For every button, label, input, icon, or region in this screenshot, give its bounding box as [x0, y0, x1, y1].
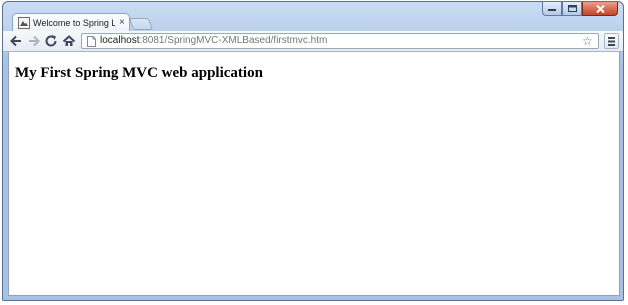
tab-close-icon[interactable]: × — [119, 17, 128, 29]
minimize-icon — [548, 8, 556, 11]
page-content: My First Spring MVC web application — [8, 52, 620, 296]
menu-icon — [608, 37, 615, 46]
maximize-icon — [567, 5, 577, 12]
browser-toolbar: localhost:8081/SpringMVC-XMLBased/firstm… — [3, 31, 623, 52]
maximize-button[interactable] — [562, 2, 582, 16]
tab-title: Welcome to Spring Learni — [33, 18, 115, 28]
address-bar[interactable]: localhost:8081/SpringMVC-XMLBased/firstm… — [81, 33, 599, 49]
url-host: localhost — [100, 35, 140, 46]
page-icon — [87, 36, 96, 47]
home-icon[interactable] — [62, 34, 76, 48]
url-text[interactable]: localhost:8081/SpringMVC-XMLBased/firstm… — [100, 34, 327, 48]
page-heading: My First Spring MVC web application — [15, 65, 263, 81]
menu-button[interactable] — [604, 33, 619, 49]
reload-icon[interactable] — [44, 34, 58, 48]
minimize-button[interactable] — [542, 2, 562, 16]
tab-active[interactable]: Welcome to Spring Learni × — [12, 13, 130, 32]
forward-icon[interactable] — [27, 34, 41, 48]
new-tab-button[interactable] — [128, 18, 154, 30]
title-bar: Welcome to Spring Learni × — [3, 2, 623, 32]
url-path: :8081/SpringMVC-XMLBased/firstmvc.htm — [139, 35, 328, 46]
browser-window: Welcome to Spring Learni × — [2, 1, 624, 301]
window-controls — [542, 2, 618, 18]
star-icon[interactable]: ☆ — [582, 34, 595, 48]
back-icon[interactable] — [9, 34, 23, 48]
favicon-icon — [18, 17, 30, 29]
close-icon — [595, 4, 605, 13]
close-button[interactable] — [582, 2, 618, 16]
